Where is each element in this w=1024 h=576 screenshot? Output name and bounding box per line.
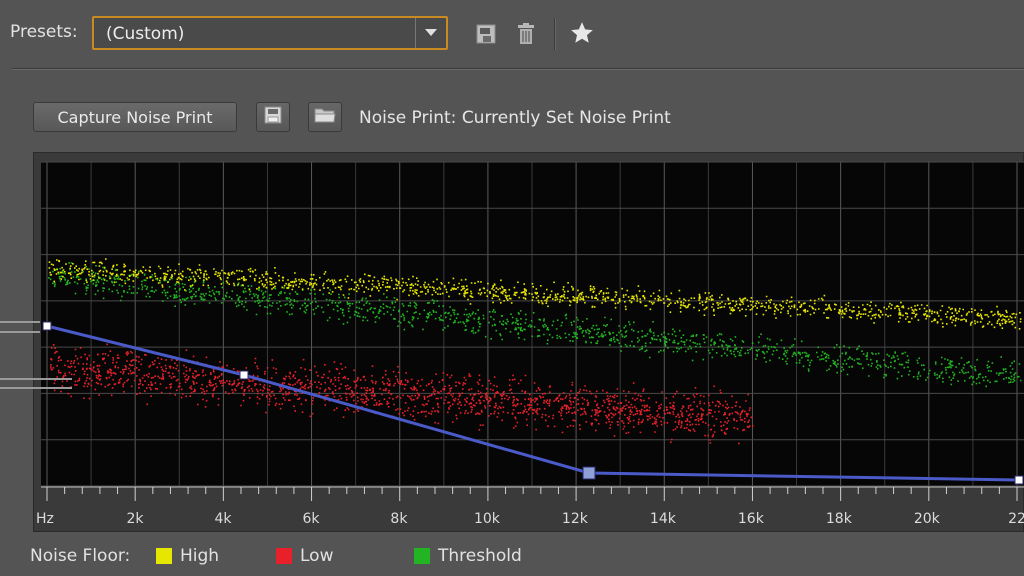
legend-item-threshold: Threshold [414,546,522,566]
axis-tick-label: 18k [826,511,853,527]
legend-item-high: High [156,546,219,566]
axis-tick-label: 8k [390,511,408,527]
legend-title: Noise Floor: [30,546,131,566]
frequency-axis: Hz 2k 4k 6k 8k 10k 12k 14k 16k 18k 20k 22 [36,486,1024,527]
axis-tick-label: 4k [214,511,232,527]
legend-item-low: Low [276,546,333,566]
legend-label-low: Low [300,546,334,566]
left-handle-upper[interactable] [0,321,40,333]
legend-swatch-high [156,548,172,564]
axis-tick-label: Hz [36,511,54,527]
axis-tick-label: 20k [914,511,941,527]
legend-swatch-low [276,548,292,564]
curve-control-point[interactable] [239,370,249,380]
noise-graph[interactable]: Hz 2k 4k 6k 8k 10k 12k 14k 16k 18k 20k 22 [0,0,1024,576]
axis-tick-label: 22 [1008,511,1024,527]
legend-swatch-threshold [414,548,430,564]
noise-reduction-panel: Presets: (Custom) Capture Noise Print No… [0,0,1024,576]
legend-label-threshold: Threshold [438,546,522,566]
axis-tick-label: 6k [302,511,320,527]
curve-control-point[interactable] [1014,475,1024,485]
axis-tick-label: 16k [738,511,765,527]
axis-tick-label: 12k [562,511,589,527]
legend-label-high: High [180,546,220,566]
curve-control-point[interactable] [42,321,52,331]
curve-control-point[interactable] [582,466,596,480]
axis-tick-label: 10k [474,511,501,527]
axis-tick-label: 2k [126,511,144,527]
axis-tick-label: 14k [650,511,677,527]
